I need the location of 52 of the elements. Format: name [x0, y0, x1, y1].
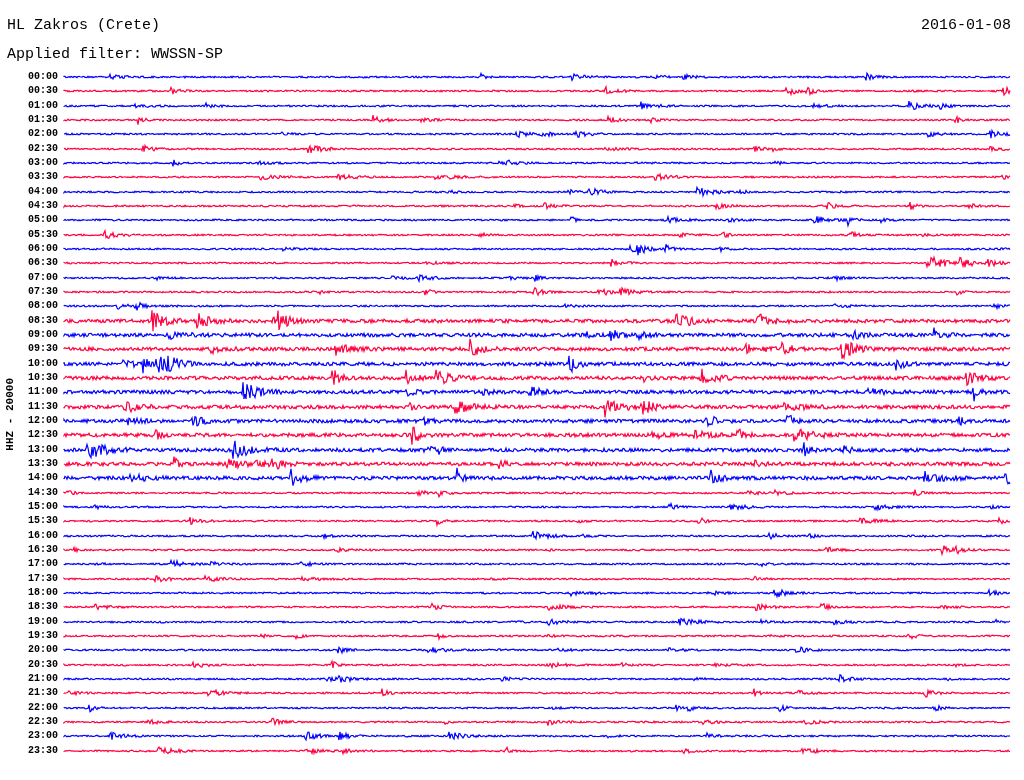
- time-label: 16:00: [27, 530, 59, 541]
- station-title: HL Zakros (Crete): [7, 18, 161, 33]
- time-label: 18:30: [27, 602, 59, 613]
- date-label: 2016-01-08: [921, 18, 1012, 33]
- time-label: 04:30: [27, 201, 59, 212]
- time-label: 19:30: [27, 630, 59, 641]
- time-label: 01:30: [27, 115, 59, 126]
- time-label: 06:30: [27, 258, 59, 269]
- time-label: 10:00: [27, 358, 59, 369]
- time-label: 18:00: [27, 587, 59, 598]
- time-label: 23:00: [27, 731, 59, 742]
- time-label: 02:00: [27, 129, 59, 140]
- time-label: 05:30: [27, 229, 59, 240]
- time-label: 10:30: [27, 373, 59, 384]
- time-label: 06:00: [27, 244, 59, 255]
- time-label: 07:00: [27, 272, 59, 283]
- time-label: 20:00: [27, 645, 59, 656]
- time-label: 12:30: [27, 430, 59, 441]
- time-label: 17:30: [27, 573, 59, 584]
- time-label: 08:30: [27, 315, 59, 326]
- time-label: 05:00: [27, 215, 59, 226]
- time-label: 01:00: [27, 100, 59, 111]
- channel-label: HHZ - 20000: [2, 377, 17, 451]
- time-label: 14:30: [27, 487, 59, 498]
- time-label: 16:30: [27, 545, 59, 555]
- time-label: 22:00: [27, 702, 59, 713]
- time-label: 00:30: [27, 86, 59, 97]
- time-label: 09:30: [27, 344, 59, 355]
- time-label: 03:00: [27, 158, 59, 169]
- time-label: 11:00: [27, 387, 59, 398]
- time-label: 02:30: [27, 143, 59, 154]
- time-label: 03:30: [27, 172, 59, 183]
- time-label: 13:30: [27, 459, 59, 469]
- time-label: 20:30: [27, 659, 59, 670]
- time-label: 19:00: [27, 616, 59, 627]
- time-label: 17:00: [27, 559, 59, 570]
- time-label: 00:00: [27, 72, 59, 83]
- time-label: 21:00: [27, 673, 59, 684]
- time-label: 21:30: [27, 688, 59, 699]
- time-label: 11:30: [27, 401, 59, 412]
- time-label: 23:30: [27, 745, 59, 756]
- time-label: 15:30: [27, 516, 59, 527]
- time-label: 08:00: [27, 301, 59, 312]
- time-label: 22:30: [27, 716, 59, 727]
- time-label: 07:30: [27, 287, 59, 298]
- time-label: 04:00: [27, 186, 59, 197]
- time-label: 13:00: [27, 444, 59, 455]
- time-label: 09:00: [27, 330, 59, 341]
- time-label: 14:00: [27, 473, 59, 484]
- time-label: 12:00: [27, 416, 59, 427]
- filter-label: Applied filter: WWSSN-SP: [7, 46, 224, 63]
- time-label: 15:00: [27, 502, 59, 512]
